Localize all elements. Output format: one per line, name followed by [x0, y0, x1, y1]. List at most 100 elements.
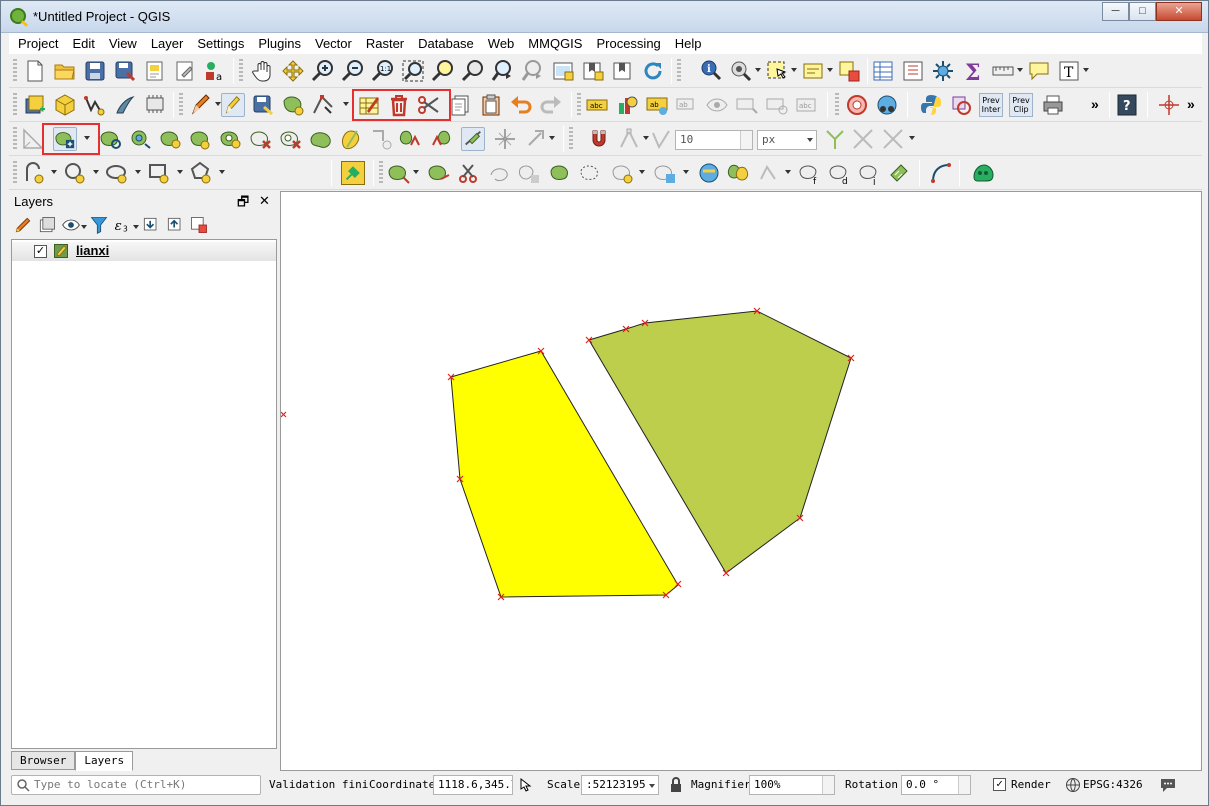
statistical-summary-icon[interactable]: Σ [961, 59, 985, 83]
zoom-last-icon[interactable] [491, 59, 515, 83]
layer-tree[interactable]: ✓ lianxi [11, 239, 277, 749]
redo-icon[interactable] [539, 93, 563, 117]
locator-search-input[interactable]: Type to locate (Ctrl+K) [11, 775, 261, 795]
zoom-to-layer-icon[interactable] [461, 59, 485, 83]
menu-database[interactable]: Database [411, 36, 481, 51]
add-regular-polygon-icon[interactable] [189, 161, 213, 185]
menu-raster[interactable]: Raster [359, 36, 411, 51]
self-snapping-icon[interactable] [881, 127, 905, 151]
select-features-icon[interactable] [765, 59, 789, 83]
add-ellipse-icon[interactable] [105, 161, 129, 185]
highlight-pinned-labels-icon[interactable]: ab [645, 93, 669, 117]
zoom-out-icon[interactable] [341, 59, 365, 83]
snap-to-segment-icon[interactable] [649, 127, 673, 151]
show-bookmarks-icon[interactable] [611, 59, 635, 83]
menu-settings[interactable]: Settings [190, 36, 251, 51]
run-feature-action-icon[interactable] [729, 59, 753, 83]
split-features-icon[interactable] [339, 127, 363, 151]
toolbar-overflow-icon-2[interactable]: » [1187, 96, 1195, 112]
expand-all-icon[interactable] [141, 215, 161, 235]
delete-selected-icon[interactable] [387, 93, 411, 117]
map-canvas[interactable] [280, 191, 1202, 771]
crs-label[interactable]: EPSG:4326 [1083, 778, 1143, 791]
curve-d-icon[interactable]: d [827, 161, 851, 185]
collapse-all-icon[interactable] [165, 215, 185, 235]
add-circular-string-icon[interactable] [23, 161, 47, 185]
menu-plugins[interactable]: Plugins [251, 36, 308, 51]
plugin-overlay-icon[interactable] [949, 93, 973, 117]
new-map-view-icon[interactable] [551, 59, 575, 83]
add-polygon-feature-icon[interactable] [281, 93, 305, 117]
close-panel-icon[interactable]: ✕ [259, 193, 270, 209]
tab-layers[interactable]: Layers [75, 751, 134, 771]
toolbar-overflow-icon[interactable]: » [1091, 96, 1099, 112]
new-geopackage-layer-icon[interactable] [53, 93, 77, 117]
toolbar-grip[interactable] [179, 93, 183, 117]
duplicate-feature-icon[interactable] [549, 161, 573, 185]
style-manager-icon[interactable]: a [203, 59, 227, 83]
menu-web[interactable]: Web [481, 36, 522, 51]
toolbar-grip[interactable] [835, 93, 839, 117]
new-print-layout-icon[interactable] [143, 59, 167, 83]
toolbar-grip[interactable] [677, 59, 681, 83]
select-by-location-icon[interactable] [697, 161, 721, 185]
toolbar-grip[interactable] [13, 161, 17, 185]
move-label-icon[interactable] [735, 93, 759, 117]
show-hide-labels-icon[interactable] [705, 93, 729, 117]
delete-ring-icon[interactable] [219, 127, 243, 151]
scale-combo[interactable]: :52123195 [581, 775, 659, 795]
processing-toolbox-icon[interactable] [931, 59, 955, 83]
crosshair-icon[interactable] [1157, 93, 1181, 117]
filter-legend-icon[interactable] [89, 215, 109, 235]
toggle-extents-mouse-icon[interactable] [517, 777, 533, 793]
attribute-table-icon[interactable] [871, 59, 895, 83]
data-source-manager-icon[interactable] [23, 93, 47, 117]
save-layer-edits-icon[interactable] [251, 93, 275, 117]
render-checkbox[interactable]: ✓ [993, 778, 1006, 791]
layer-visibility-checkbox[interactable]: ✓ [34, 245, 47, 258]
save-as-icon[interactable] [113, 59, 137, 83]
copy-features-icon[interactable] [449, 93, 473, 117]
simplify-feature-icon[interactable] [309, 127, 333, 151]
layer-diagram-icon[interactable] [615, 93, 639, 117]
new-virtual-layer-icon[interactable] [143, 93, 167, 117]
menu-processing[interactable]: Processing [589, 36, 667, 51]
measure-grid-icon[interactable] [887, 161, 911, 185]
print-icon[interactable] [1041, 93, 1065, 117]
map-features[interactable] [281, 192, 1201, 770]
rotate-point-symbols-icon[interactable] [461, 127, 485, 151]
menu-layer[interactable]: Layer [144, 36, 191, 51]
offset-point-symbol-icon[interactable] [493, 127, 517, 151]
menu-project[interactable]: Project [11, 36, 65, 51]
menu-help[interactable]: Help [668, 36, 709, 51]
zoom-in-icon[interactable] [311, 59, 335, 83]
zoom-native-resolution-icon[interactable]: 1:1 [371, 59, 395, 83]
text-annotation-icon[interactable]: T [1057, 59, 1081, 83]
select-by-radius-icon[interactable] [611, 161, 635, 185]
rotate-label-icon[interactable] [765, 93, 789, 117]
trim-extend-icon[interactable] [517, 161, 541, 185]
modify-attributes-icon[interactable] [357, 93, 381, 117]
undo-icon[interactable] [509, 93, 533, 117]
vertex-editor-icon[interactable] [757, 161, 781, 185]
current-edits-icon[interactable] [189, 93, 213, 117]
identify-features-icon[interactable]: i [699, 59, 723, 83]
select-by-value-icon[interactable] [801, 59, 825, 83]
fill-holes-icon[interactable] [653, 161, 677, 185]
zoom-next-icon[interactable] [521, 59, 545, 83]
add-group-icon[interactable] [37, 215, 57, 235]
snap-intersection-icon[interactable] [851, 127, 875, 151]
toolbar-grip[interactable] [13, 127, 17, 151]
snapping-units-combo[interactable]: px [757, 130, 817, 150]
dissolve-icon[interactable] [727, 161, 751, 185]
spin-arrows[interactable] [822, 776, 834, 794]
snap-to-vertex-icon[interactable] [617, 127, 641, 151]
menu-view[interactable]: View [102, 36, 144, 51]
prev-inter-button[interactable]: Prev Inter [979, 93, 1003, 117]
enable-tracing-icon[interactable] [823, 127, 847, 151]
spin-arrows[interactable] [958, 776, 970, 794]
toolbar-grip[interactable] [569, 127, 573, 151]
python-console-icon[interactable] [919, 93, 943, 117]
menu-mmqgis[interactable]: MMQGIS [521, 36, 589, 51]
style-panel-brush-icon[interactable] [13, 215, 33, 235]
